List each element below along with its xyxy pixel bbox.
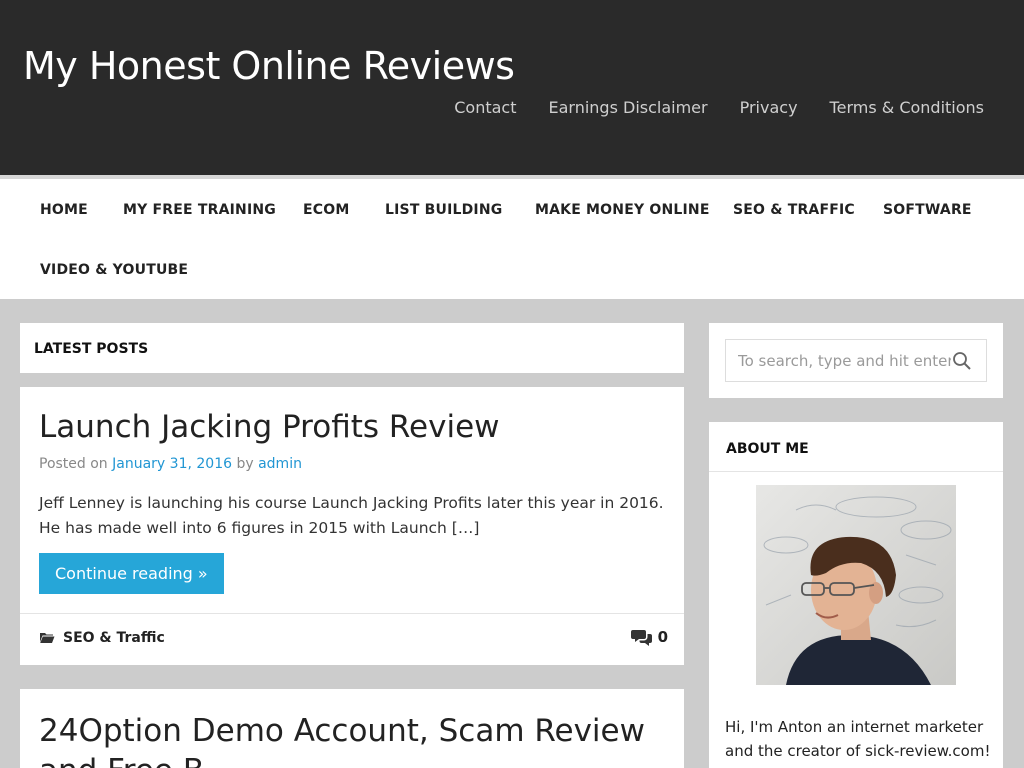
post-title[interactable]: 24Option Demo Account, Scam Review and F… [39, 711, 679, 768]
main-nav: HOME MY FREE TRAINING ECOM LIST BUILDING… [0, 179, 1024, 299]
continue-reading-button[interactable]: Continue reading » [39, 553, 224, 594]
about-bio: Hi, I'm Anton an internet marketer and t… [725, 718, 991, 768]
post-author-link[interactable]: admin [258, 456, 302, 472]
author-photo [756, 485, 956, 685]
by-label: by [236, 456, 254, 472]
nav-item-ecom[interactable]: ECOM [303, 202, 349, 218]
nav-item-video-youtube[interactable]: VIDEO & YOUTUBE [40, 262, 188, 278]
about-widget: ABOUT ME Hi, I'm Anton an internet marke… [709, 422, 1003, 768]
post-date-link[interactable]: January 31, 2016 [112, 456, 232, 472]
post-excerpt: Jeff Lenney is launching his course Laun… [39, 494, 664, 537]
about-header: ABOUT ME [709, 422, 1003, 472]
post-meta: Posted on January 31, 2016 by admin [39, 456, 302, 472]
site-header: My Honest Online Reviews Contact Earning… [0, 0, 1024, 175]
post-card: Launch Jacking Profits Review Posted on … [20, 387, 684, 665]
search-field [725, 339, 987, 382]
nav-item-seo-traffic[interactable]: SEO & TRAFFIC [733, 202, 855, 218]
nav-item-list-building[interactable]: LIST BUILDING [385, 202, 502, 218]
search-widget [709, 323, 1003, 398]
top-nav-privacy[interactable]: Privacy [740, 98, 798, 117]
nav-item-home[interactable]: HOME [40, 202, 88, 218]
search-icon[interactable] [952, 351, 972, 371]
comments-icon [630, 630, 652, 646]
search-input[interactable] [726, 340, 951, 381]
post-title[interactable]: Launch Jacking Profits Review [39, 409, 500, 445]
top-nav-earnings-disclaimer[interactable]: Earnings Disclaimer [548, 98, 707, 117]
post-category-label[interactable]: SEO & Traffic [63, 630, 165, 646]
top-nav-terms[interactable]: Terms & Conditions [830, 98, 984, 117]
top-nav-contact[interactable]: Contact [454, 98, 516, 117]
latest-posts-label: LATEST POSTS [34, 341, 149, 357]
post-category[interactable]: SEO & Traffic [39, 630, 165, 646]
post-comments[interactable]: 0 [630, 628, 668, 646]
top-nav: Contact Earnings Disclaimer Privacy Term… [454, 98, 984, 117]
latest-posts-header: LATEST POSTS [20, 323, 684, 373]
post-footer: SEO & Traffic 0 [20, 613, 684, 665]
about-label: ABOUT ME [726, 441, 809, 457]
nav-item-my-free-training[interactable]: MY FREE TRAINING [123, 202, 276, 218]
nav-item-software[interactable]: SOFTWARE [883, 202, 972, 218]
post-card: 24Option Demo Account, Scam Review and F… [20, 689, 684, 768]
site-title[interactable]: My Honest Online Reviews [23, 44, 515, 88]
folder-icon [40, 633, 55, 643]
nav-item-make-money-online[interactable]: MAKE MONEY ONLINE [535, 202, 710, 218]
comment-count[interactable]: 0 [658, 628, 668, 646]
posted-on-label: Posted on [39, 456, 108, 472]
